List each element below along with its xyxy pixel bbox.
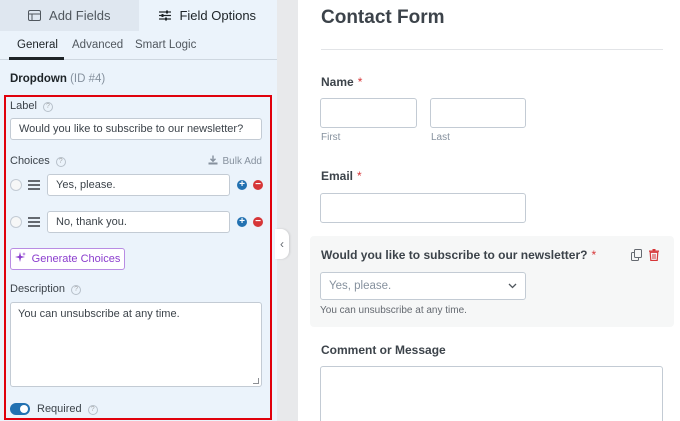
active-subtab-indicator — [9, 57, 64, 60]
panel-tabs: Add Fields Field Options — [0, 0, 277, 31]
field-options-panel: Add Fields Field Options General Advance… — [0, 0, 277, 421]
required-mark: * — [357, 75, 363, 89]
comment-field-label: Comment or Message — [321, 343, 446, 357]
email-label-text: Email — [321, 169, 354, 183]
help-icon[interactable]: ? — [87, 405, 98, 415]
tab-field-options[interactable]: Field Options — [138, 0, 277, 31]
bulk-add-label: Bulk Add — [222, 156, 262, 167]
choices-title: Choices? — [10, 155, 66, 167]
choice-input[interactable]: No, thank you. — [47, 211, 230, 233]
comment-textarea[interactable] — [320, 366, 663, 421]
form-title: Contact Form — [321, 7, 445, 28]
label-input-value: Would you like to subscribe to our newsl… — [19, 123, 244, 135]
first-sublabel: First — [321, 132, 341, 143]
required-mark: * — [591, 248, 597, 262]
required-title: Required? — [37, 403, 98, 415]
choice-default-radio[interactable] — [10, 179, 22, 191]
trash-icon[interactable] — [649, 248, 659, 266]
remove-choice-icon[interactable]: − — [253, 217, 263, 227]
last-sublabel: Last — [431, 132, 450, 143]
description-title-text: Description — [10, 283, 66, 295]
name-field-label: Name * — [321, 75, 362, 89]
required-label: Required — [37, 403, 82, 415]
subtab-smart-logic[interactable]: Smart Logic — [135, 39, 196, 51]
generate-choices-label: Generate Choices — [31, 253, 121, 265]
bulk-add-button[interactable]: Bulk Add — [208, 155, 262, 168]
first-name-input[interactable] — [320, 98, 417, 128]
choice-default-radio[interactable] — [10, 216, 22, 228]
sparkle-icon — [14, 252, 26, 266]
sliders-icon — [159, 10, 172, 21]
email-input[interactable] — [320, 193, 526, 223]
drag-handle-icon[interactable] — [28, 217, 40, 227]
collapse-panel-button[interactable]: ‹ — [275, 229, 289, 259]
help-icon[interactable]: ? — [55, 157, 66, 167]
label-title-text: Label — [10, 100, 37, 112]
description-textarea[interactable]: You can unsubscribe at any time. — [10, 302, 262, 387]
choices-title-text: Choices — [10, 155, 50, 167]
resize-handle-icon[interactable] — [253, 378, 259, 384]
description-title: Description? — [10, 283, 82, 295]
remove-choice-icon[interactable]: − — [253, 180, 263, 190]
comment-label-text: Comment or Message — [321, 343, 446, 357]
field-heading: Dropdown (ID #4) — [10, 73, 105, 85]
title-divider — [321, 49, 663, 50]
help-icon[interactable]: ? — [42, 102, 53, 112]
duplicate-icon[interactable] — [631, 248, 642, 266]
tab-field-options-label: Field Options — [179, 8, 257, 23]
choice-input-value: No, thank you. — [56, 216, 127, 228]
tab-add-fields[interactable]: Add Fields — [0, 0, 139, 31]
label-field-title: Label? — [10, 100, 53, 112]
email-field-label: Email * — [321, 169, 362, 183]
last-name-input[interactable] — [430, 98, 526, 128]
dropdown-selected-value: Yes, please. — [329, 280, 392, 292]
choice-input-value: Yes, please. — [56, 179, 116, 191]
newsletter-dropdown[interactable]: Yes, please. — [320, 272, 526, 300]
add-choice-icon[interactable]: + — [237, 180, 247, 190]
dropdown-description: You can unsubscribe at any time. — [320, 305, 467, 316]
dropdown-field-label: Would you like to subscribe to our newsl… — [321, 248, 596, 262]
name-label-text: Name — [321, 75, 354, 89]
required-toggle[interactable] — [10, 403, 30, 415]
drag-handle-icon[interactable] — [28, 180, 40, 190]
dropdown-label-text: Would you like to subscribe to our newsl… — [321, 248, 588, 262]
subtab-advanced[interactable]: Advanced — [72, 39, 123, 51]
subtabs: General Advanced Smart Logic — [0, 31, 277, 60]
help-icon[interactable]: ? — [71, 285, 82, 295]
add-choice-icon[interactable]: + — [237, 217, 247, 227]
field-type-name: Dropdown — [10, 73, 67, 85]
label-input[interactable]: Would you like to subscribe to our newsl… — [10, 118, 262, 140]
description-value: You can unsubscribe at any time. — [18, 308, 180, 320]
choice-input[interactable]: Yes, please. — [47, 174, 230, 196]
chevron-left-icon: ‹ — [280, 237, 284, 251]
subtab-general[interactable]: General — [17, 39, 58, 51]
download-icon — [208, 155, 218, 168]
field-id: (ID #4) — [70, 73, 106, 85]
panel-divider — [277, 0, 298, 421]
table-list-icon — [28, 10, 42, 21]
form-preview: Contact Form Name * First Last Email * Wou… — [298, 0, 680, 421]
required-mark: * — [357, 169, 362, 183]
generate-choices-button[interactable]: Generate Choices — [10, 248, 125, 270]
toggle-knob — [20, 405, 28, 413]
chevron-down-icon — [508, 280, 517, 292]
tab-add-fields-label: Add Fields — [49, 8, 111, 23]
